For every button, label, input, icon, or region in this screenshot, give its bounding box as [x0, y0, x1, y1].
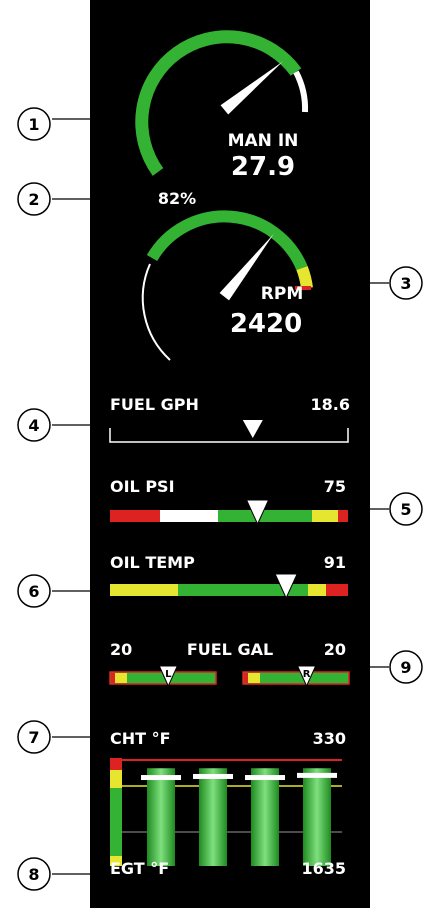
rpm-label: RPM — [261, 284, 303, 304]
oil-temp-red-high — [326, 584, 348, 596]
oil-psi-value: 75 — [324, 477, 346, 496]
cht-marker-cylinder-4 — [297, 772, 337, 778]
callout-7-number: 7 — [28, 728, 39, 747]
callout-3-number: 3 — [400, 274, 411, 293]
oil-psi-red-high — [338, 510, 348, 522]
cht-marker-cylinder-3 — [245, 775, 285, 781]
oil-temp-value: 91 — [324, 553, 346, 572]
engine-indication-panel: MAN IN 27.9 82% RPM 2420 FUEL GPH 18.6 O… — [17, 0, 423, 908]
egt-label: EGT °F — [110, 859, 169, 878]
fuel-right-marker: R — [303, 669, 311, 680]
fuel-left-marker: L — [165, 669, 172, 680]
cht-value: 330 — [313, 729, 346, 748]
cht-scale-green — [110, 788, 122, 856]
oil-temp-label: OIL TEMP — [110, 553, 195, 572]
fuel-qty-left-value: 20 — [110, 640, 132, 659]
callout-8-number: 8 — [28, 865, 39, 884]
fuel-left-red-zone — [111, 673, 115, 683]
callout-2-number: 2 — [28, 190, 39, 209]
callout-1-number: 1 — [28, 115, 39, 134]
oil-psi-yellow-band — [312, 510, 338, 522]
cht-marker-cylinder-2 — [193, 773, 233, 779]
cht-scale-yellow — [110, 770, 122, 788]
manifold-value: 27.9 — [231, 152, 295, 182]
oil-psi-green-band — [218, 510, 312, 522]
callout-9-number: 9 — [400, 658, 411, 677]
oil-psi-white-band — [160, 510, 218, 522]
fuel-flow-label: FUEL GPH — [110, 395, 199, 414]
fuel-flow-value: 18.6 — [311, 395, 350, 414]
fuel-qty-right-value: 20 — [324, 640, 346, 659]
egt-bar-cylinder-4 — [303, 768, 331, 866]
manifold-percent: 82% — [158, 189, 196, 208]
cht-scale-red — [110, 758, 122, 770]
oil-psi-label: OIL PSI — [110, 477, 175, 496]
egt-bar-cylinder-3 — [251, 768, 279, 866]
manifold-label: MAN IN — [228, 131, 299, 151]
fuel-right-red-zone — [244, 673, 248, 683]
rpm-value: 2420 — [230, 309, 302, 339]
callout-5-number: 5 — [400, 500, 411, 519]
cht-label: CHT °F — [110, 729, 171, 748]
oil-psi-red-low — [110, 510, 160, 522]
fuel-left-yellow-zone — [115, 673, 127, 683]
oil-temp-yellow-high — [308, 584, 326, 596]
fuel-qty-label: FUEL GAL — [187, 640, 273, 659]
fuel-right-yellow-zone — [248, 673, 260, 683]
callout-6-number: 6 — [28, 582, 39, 601]
callout-4-number: 4 — [28, 416, 39, 435]
oil-temp-yellow-low — [110, 584, 178, 596]
cht-marker-cylinder-1 — [141, 775, 181, 781]
egt-value: 1635 — [301, 859, 346, 878]
egt-bar-cylinder-2 — [199, 768, 227, 866]
egt-bar-cylinder-1 — [147, 768, 175, 866]
